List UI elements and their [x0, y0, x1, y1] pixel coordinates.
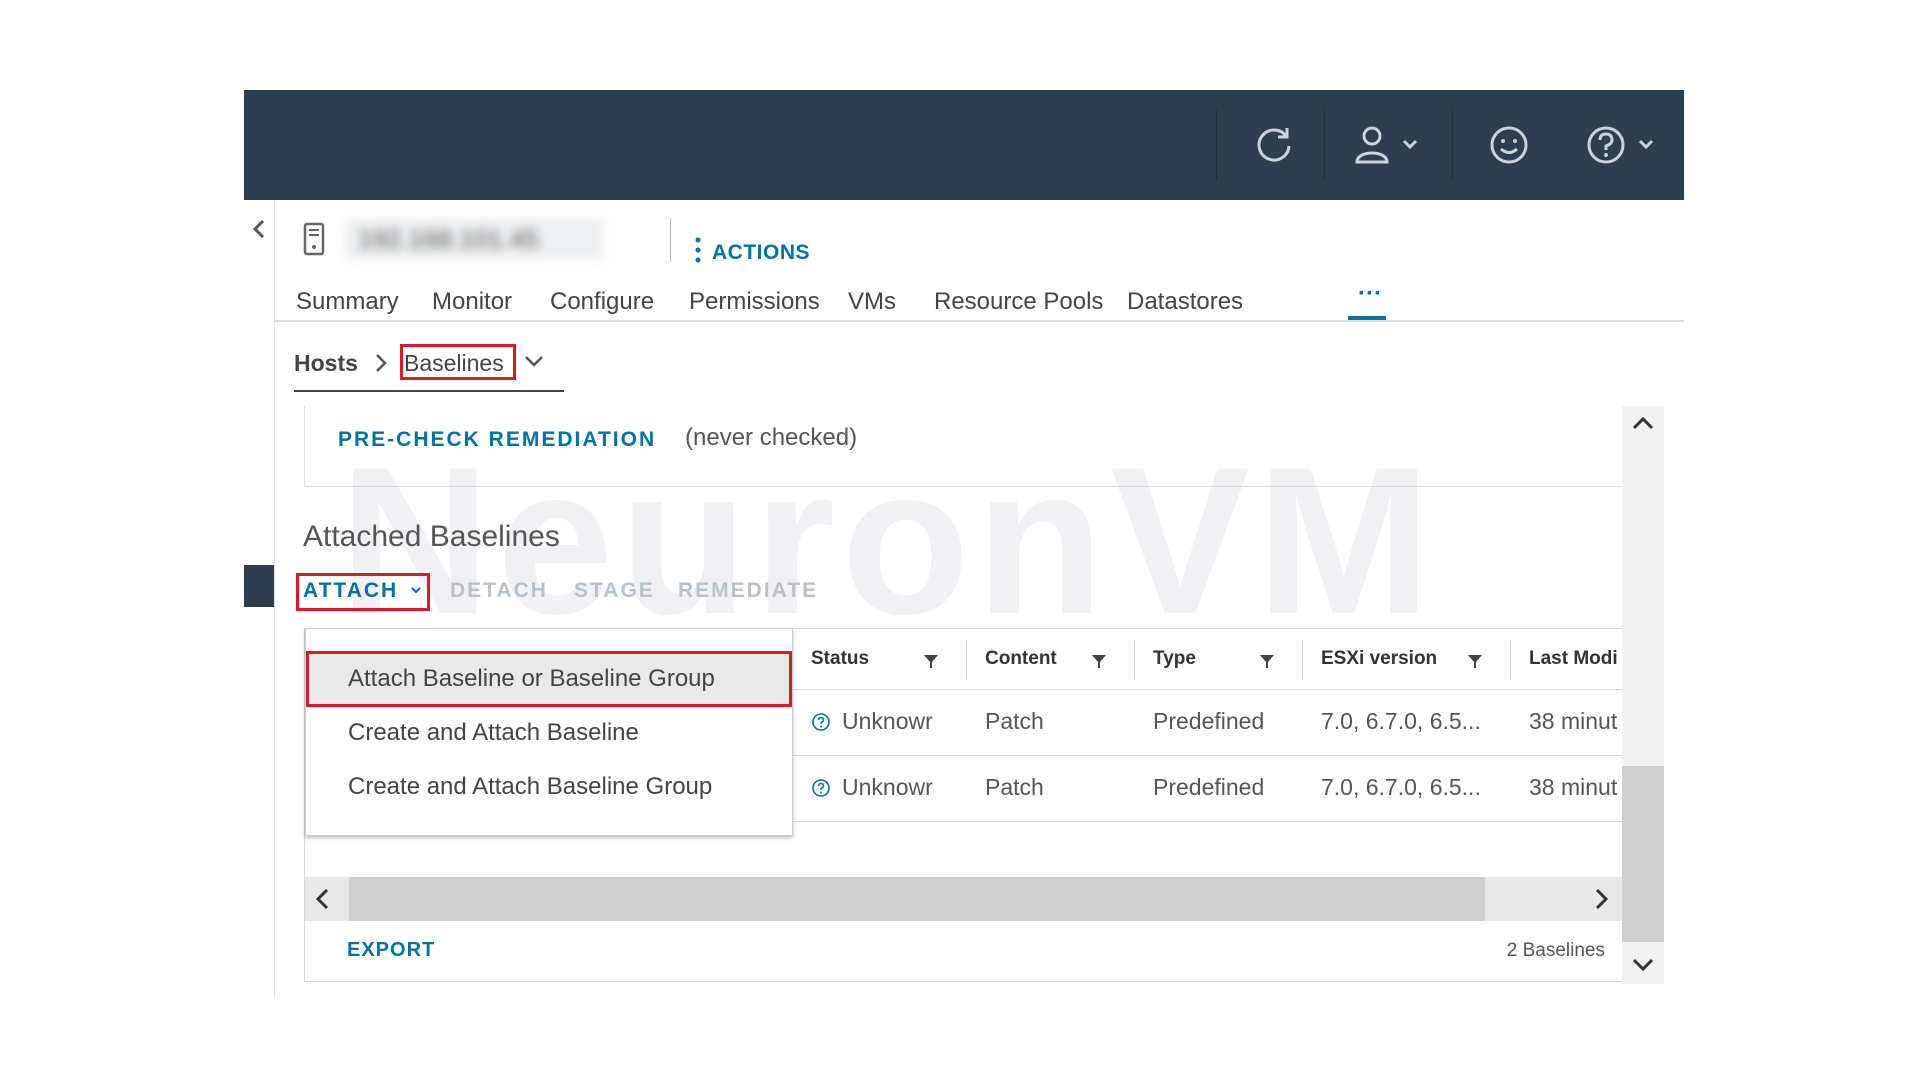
tab-configure[interactable]: Configure	[550, 288, 654, 316]
scroll-down-arrow-icon[interactable]	[1631, 954, 1655, 979]
content-cell: Patch	[985, 774, 1044, 800]
attach-dropdown-chevron-icon	[410, 583, 422, 601]
header-divider	[1324, 110, 1325, 180]
host-server-icon	[302, 222, 326, 261]
object-header: 192.168.101.45 ACTIONS	[274, 200, 1684, 270]
column-separator	[966, 641, 967, 679]
detach-button[interactable]: DETACH	[450, 579, 548, 603]
scroll-left-arrow-icon[interactable]	[313, 887, 333, 916]
host-name-label: 192.168.101.45	[344, 218, 604, 260]
vertical-ellipsis-icon	[694, 236, 702, 270]
breadcrumb-baselines[interactable]: Baselines	[404, 350, 504, 377]
attach-dropdown-menu: Attach Baseline or Baseline Group Create…	[305, 628, 793, 836]
tab-permissions[interactable]: Permissions	[689, 288, 820, 316]
tab-datastores[interactable]: Datastores	[1127, 288, 1243, 316]
status-cell: Unknowr	[842, 774, 933, 800]
menu-item-attach-baseline-or-group[interactable]: Attach Baseline or Baseline Group	[306, 653, 792, 705]
top-header-bar	[244, 90, 1684, 200]
table-row[interactable]: Unknowr Patch Predefined 7.0, 6.7.0, 6.5…	[790, 690, 1623, 754]
user-menu-icon[interactable]	[1352, 120, 1428, 170]
rail-active-marker	[244, 565, 274, 607]
esxi-version-cell: 7.0, 6.7.0, 6.5...	[1321, 708, 1481, 734]
last-modified-cell: 38 minut	[1529, 774, 1618, 800]
esxi-version-cell: 7.0, 6.7.0, 6.5...	[1321, 774, 1481, 800]
precheck-remediation-button[interactable]: PRE-CHECK REMEDIATION	[338, 428, 656, 452]
status-cell: Unknowr	[842, 708, 933, 734]
menu-item-create-attach-baseline[interactable]: Create and Attach Baseline	[306, 707, 792, 759]
remediate-button[interactable]: REMEDIATE	[678, 579, 818, 603]
precheck-status-text: (never checked)	[685, 424, 858, 451]
scroll-up-arrow-icon[interactable]	[1631, 414, 1655, 439]
last-modified-cell: 38 minut	[1529, 708, 1618, 734]
unknown-status-icon	[811, 778, 831, 803]
collapse-left-chevron-icon[interactable]	[250, 218, 268, 245]
tab-summary[interactable]: Summary	[296, 288, 399, 316]
navigator-collapsed-rail	[244, 200, 275, 998]
horizontal-scrollbar[interactable]	[305, 877, 1623, 921]
type-cell: Predefined	[1153, 774, 1265, 800]
breadcrumb: Hosts Baselines	[294, 340, 564, 392]
actions-label: ACTIONS	[712, 241, 810, 264]
tab-resource-pools[interactable]: Resource Pools	[934, 288, 1103, 316]
stage-button[interactable]: STAGE	[574, 579, 655, 603]
column-header-type[interactable]: Type	[1153, 629, 1196, 689]
active-tab-indicator	[1348, 316, 1386, 320]
attach-button[interactable]: ATTACH	[296, 573, 430, 611]
menu-item-create-attach-baseline-group[interactable]: Create and Attach Baseline Group	[306, 761, 792, 813]
header-divider	[1452, 110, 1453, 180]
breadcrumb-dropdown-chevron-icon[interactable]	[524, 354, 544, 375]
vsphere-client-frame: 192.168.101.45 ACTIONS Summary Monitor C…	[244, 90, 1684, 998]
export-button[interactable]: EXPORT	[347, 939, 435, 962]
feedback-smiley-icon[interactable]	[1484, 120, 1534, 170]
header-separator	[670, 218, 671, 262]
column-separator	[1134, 641, 1135, 679]
content-cell: Patch	[985, 708, 1044, 734]
breadcrumb-hosts[interactable]: Hosts	[294, 350, 358, 377]
help-menu-icon[interactable]	[1584, 120, 1664, 170]
column-header-last-modified[interactable]: Last Modi	[1529, 629, 1623, 689]
scroll-right-arrow-icon[interactable]	[1591, 887, 1611, 916]
column-header-status[interactable]: Status	[811, 629, 869, 689]
column-header-esxi-version[interactable]: ESXi version	[1321, 629, 1437, 689]
table-row[interactable]: Unknowr Patch Predefined 7.0, 6.7.0, 6.5…	[790, 756, 1623, 820]
unknown-status-icon	[811, 712, 831, 737]
tab-monitor[interactable]: Monitor	[432, 288, 512, 316]
breadcrumb-separator-chevron-icon	[374, 352, 388, 379]
attached-baselines-title: Attached Baselines	[303, 520, 560, 553]
horizontal-scroll-thumb[interactable]	[349, 877, 1485, 921]
esxi-version-filter-icon[interactable]	[1467, 653, 1483, 669]
status-filter-icon[interactable]	[923, 653, 939, 669]
vertical-scroll-thumb[interactable]	[1622, 766, 1664, 942]
column-separator	[1302, 641, 1303, 679]
tab-more-updates[interactable]: ···	[1358, 280, 1382, 308]
column-header-content[interactable]: Content	[985, 629, 1057, 689]
rail-divider	[244, 420, 245, 421]
refresh-icon[interactable]	[1249, 120, 1299, 170]
header-divider	[1216, 110, 1217, 180]
tab-vms[interactable]: VMs	[848, 288, 896, 316]
object-tabs: Summary Monitor Configure Permissions VM…	[274, 270, 1684, 322]
actions-menu-button[interactable]: ACTIONS	[694, 236, 810, 270]
content-filter-icon[interactable]	[1091, 653, 1107, 669]
baselines-count-text: 2 Baselines	[1506, 940, 1605, 961]
row-divider	[790, 821, 1623, 822]
vertical-scrollbar[interactable]	[1622, 406, 1664, 984]
precheck-panel: PRE-CHECK REMEDIATION (never checked)	[304, 406, 1624, 487]
type-cell: Predefined	[1153, 708, 1265, 734]
type-filter-icon[interactable]	[1259, 653, 1275, 669]
attach-label: ATTACH	[303, 579, 399, 602]
column-separator	[1510, 641, 1511, 679]
